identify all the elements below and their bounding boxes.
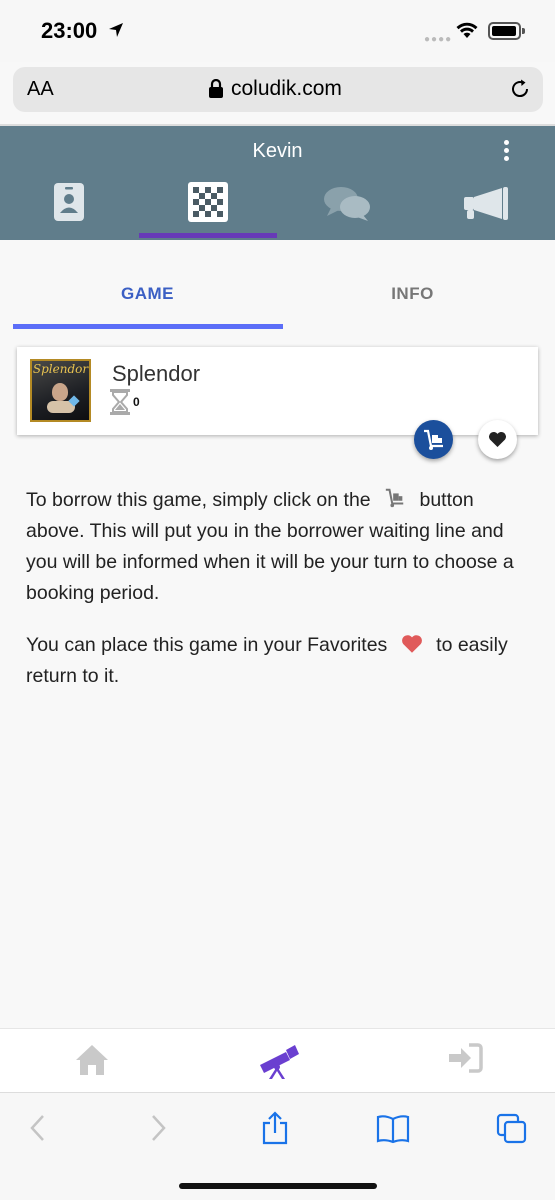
favorites-instructions: You can place this game in your Favorite… <box>26 630 531 692</box>
game-cover-image: Splendor <box>30 359 91 422</box>
game-card[interactable]: Splendor Splendor 0 <box>17 347 538 435</box>
sign-in-icon[interactable] <box>447 1043 483 1073</box>
comments-icon[interactable] <box>323 186 371 222</box>
lock-icon <box>209 79 223 98</box>
telescope-icon[interactable] <box>258 1043 300 1079</box>
more-menu-icon[interactable] <box>500 140 512 162</box>
forward-icon[interactable] <box>148 1113 168 1143</box>
hourglass-icon <box>110 389 130 415</box>
borrow-button[interactable] <box>414 420 453 459</box>
game-title: Splendor <box>112 361 201 386</box>
tab-bar: GAME INFO <box>0 240 555 330</box>
heart-icon <box>401 635 422 653</box>
status-bar: 23:00 ●●●● <box>0 0 555 62</box>
share-icon[interactable] <box>260 1111 290 1145</box>
chessboard-icon[interactable] <box>188 182 228 222</box>
tab-game[interactable]: GAME <box>0 284 295 304</box>
bookmarks-icon[interactable] <box>376 1114 410 1144</box>
dolly-icon <box>424 429 443 450</box>
bottom-app-nav <box>0 1028 555 1092</box>
favorites-text-start: You can place this game in your Favorite… <box>26 634 388 656</box>
heart-icon <box>489 431 506 448</box>
active-tab-underline <box>13 324 283 329</box>
id-badge-icon[interactable] <box>53 182 85 222</box>
page-title: Kevin <box>252 140 303 162</box>
waiting-count: 0 <box>133 395 140 409</box>
dolly-icon <box>385 488 404 508</box>
megaphone-icon[interactable] <box>462 186 510 222</box>
battery-icon <box>488 22 525 40</box>
status-time: 23:00 <box>41 18 98 43</box>
wifi-icon <box>456 22 478 38</box>
tabs-icon[interactable] <box>496 1113 528 1145</box>
reload-icon[interactable] <box>509 78 531 100</box>
favorite-button[interactable] <box>478 420 517 459</box>
active-nav-indicator <box>139 233 277 238</box>
borrow-text-start: To borrow this game, simply click on the <box>26 489 371 511</box>
home-icon[interactable] <box>74 1043 110 1077</box>
url-domain[interactable]: coludik.com <box>231 77 342 101</box>
tab-info[interactable]: INFO <box>270 284 555 304</box>
signal-icon: ●●●● <box>424 34 453 45</box>
text-size-button[interactable]: AA <box>27 78 54 101</box>
app-header: Kevin <box>0 126 555 240</box>
back-icon[interactable] <box>28 1113 48 1143</box>
borrow-instructions: To borrow this game, simply click on the… <box>26 485 531 609</box>
location-arrow-icon <box>109 23 123 37</box>
home-indicator <box>179 1183 377 1189</box>
cover-title: Splendor <box>32 362 89 376</box>
address-bar[interactable]: AA coludik.com <box>13 67 543 112</box>
